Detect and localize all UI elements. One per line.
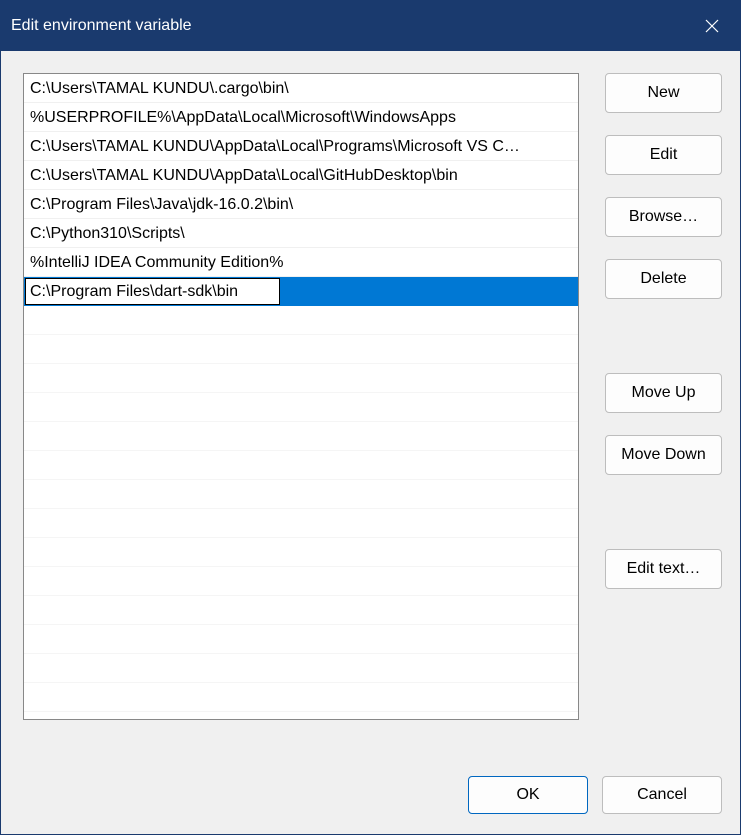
list-item[interactable]: C:\Users\TAMAL KUNDU\AppData\Local\GitHu… [24, 161, 578, 190]
move-down-button[interactable]: Move Down [605, 435, 722, 475]
list-item[interactable]: C:\Python310\Scripts\ [24, 219, 578, 248]
side-buttons: New Edit Browse… Delete Move Up Move Dow… [605, 73, 722, 750]
list-item-empty[interactable] [24, 625, 578, 654]
list-item-empty[interactable] [24, 509, 578, 538]
list-item-empty[interactable] [24, 451, 578, 480]
list-item-empty[interactable] [24, 335, 578, 364]
dialog-title: Edit environment variable [11, 17, 192, 35]
cancel-button[interactable]: Cancel [602, 776, 722, 814]
main-area: C:\Users\TAMAL KUNDU\.cargo\bin\ %USERPR… [23, 73, 722, 750]
move-up-button[interactable]: Move Up [605, 373, 722, 413]
close-button[interactable] [692, 6, 732, 46]
list-item-empty[interactable] [24, 538, 578, 567]
list-item-empty[interactable] [24, 393, 578, 422]
list-item[interactable]: %IntelliJ IDEA Community Edition% [24, 248, 578, 277]
browse-button[interactable]: Browse… [605, 197, 722, 237]
list-item-empty[interactable] [24, 596, 578, 625]
titlebar: Edit environment variable [1, 1, 740, 51]
list-item-empty[interactable] [24, 683, 578, 712]
list-item[interactable]: C:\Users\TAMAL KUNDU\.cargo\bin\ [24, 74, 578, 103]
dialog-footer: OK Cancel [23, 776, 722, 814]
delete-button[interactable]: Delete [605, 259, 722, 299]
inline-edit-input[interactable]: C:\Program Files\dart-sdk\bin [25, 278, 280, 305]
dialog-window: Edit environment variable C:\Users\TAMAL… [0, 0, 741, 835]
list-item-empty[interactable] [24, 480, 578, 509]
edit-text-button[interactable]: Edit text… [605, 549, 722, 589]
list-item-empty[interactable] [24, 364, 578, 393]
edit-button[interactable]: Edit [605, 135, 722, 175]
ok-button[interactable]: OK [468, 776, 588, 814]
list-item[interactable]: C:\Program Files\Java\jdk-16.0.2\bin\ [24, 190, 578, 219]
list-item-empty[interactable] [24, 567, 578, 596]
list-item[interactable]: %USERPROFILE%\AppData\Local\Microsoft\Wi… [24, 103, 578, 132]
list-item-empty[interactable] [24, 422, 578, 451]
dialog-content: C:\Users\TAMAL KUNDU\.cargo\bin\ %USERPR… [1, 51, 740, 834]
new-button[interactable]: New [605, 73, 722, 113]
list-item-empty[interactable] [24, 654, 578, 683]
list-item-selected[interactable]: C:\Program Files\dart-sdk\bin [24, 277, 578, 306]
close-icon [705, 19, 719, 33]
path-listbox[interactable]: C:\Users\TAMAL KUNDU\.cargo\bin\ %USERPR… [23, 73, 579, 720]
list-item[interactable]: C:\Users\TAMAL KUNDU\AppData\Local\Progr… [24, 132, 578, 161]
list-item-empty[interactable] [24, 306, 578, 335]
